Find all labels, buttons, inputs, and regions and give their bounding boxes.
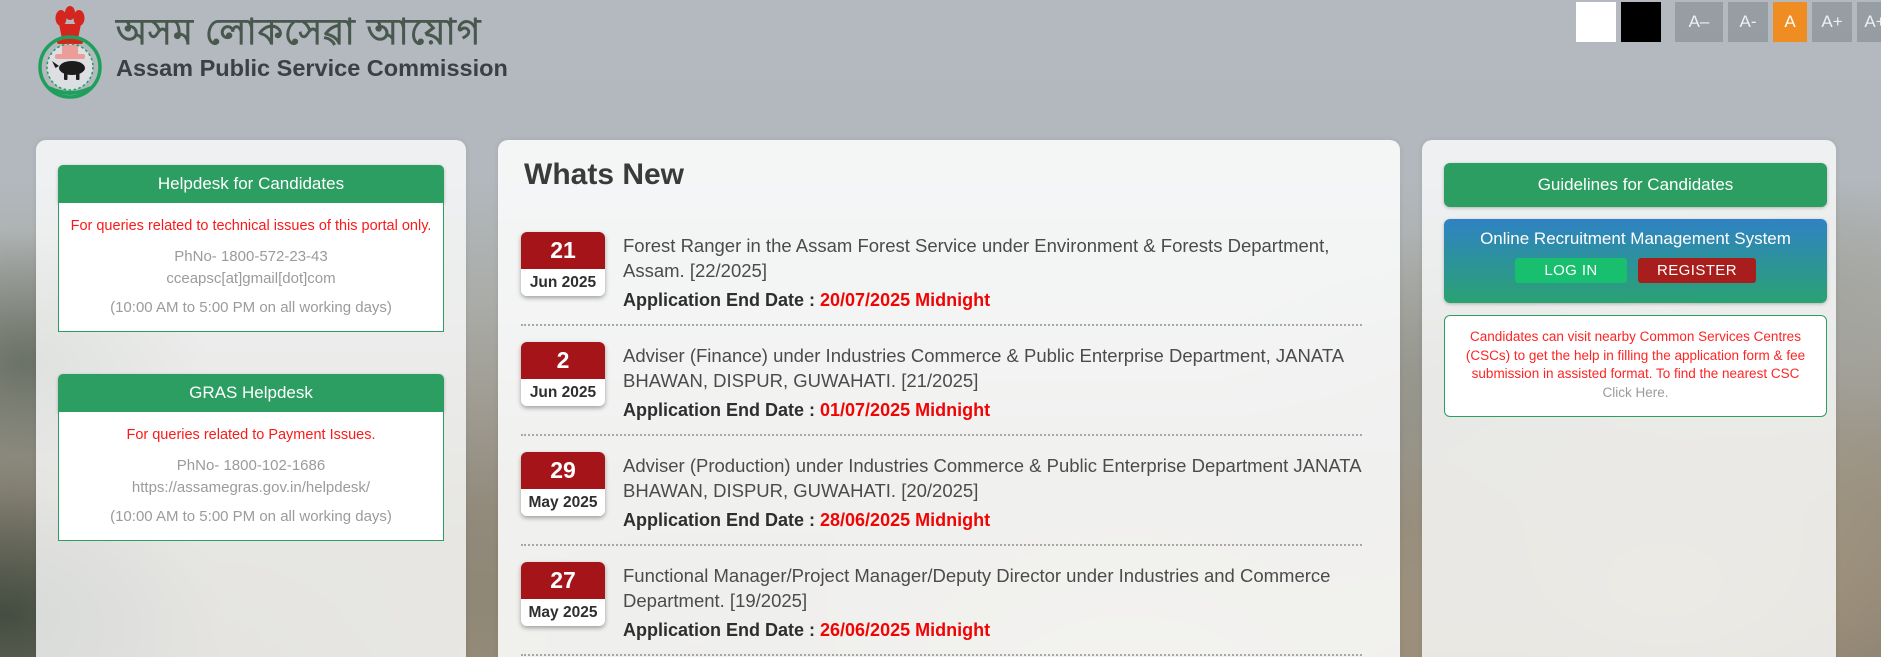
news-item[interactable]: 27 May 2025 Functional Manager/Project M… — [521, 546, 1362, 656]
brand-title-english: Assam Public Service Commission — [116, 55, 508, 81]
end-date-label: Application End Date : — [623, 400, 821, 420]
end-date-value: 01/07/2025 Midnight — [820, 400, 991, 420]
date-badge: 2 Jun 2025 — [521, 342, 605, 406]
end-date-label: Application End Date : — [623, 510, 821, 530]
theme-dark-button[interactable] — [1621, 2, 1661, 42]
end-date-label: Application End Date : — [623, 620, 821, 640]
date-month: Jun 2025 — [521, 269, 605, 296]
accessibility-toolbar: A– A- A A+ A++ — [1576, 2, 1881, 42]
font-increase-button[interactable]: A+ — [1812, 2, 1852, 42]
whats-new-panel: Whats New 21 Jun 2025 Forest Ranger in t… — [498, 140, 1400, 657]
register-button[interactable]: REGISTER — [1638, 258, 1756, 283]
helpdesk-email: cceapsc[at]gmail[dot]com — [166, 270, 336, 287]
date-month: May 2025 — [521, 599, 605, 626]
date-day: 2 — [521, 342, 605, 379]
csc-click-here-link[interactable]: Click Here. — [1602, 385, 1668, 400]
gras-hours: (10:00 AM to 5:00 PM on all working days… — [110, 508, 392, 525]
font-normal-button[interactable]: A — [1773, 2, 1807, 42]
helpdesk-note: For queries related to technical issues … — [70, 218, 432, 234]
gras-helpdesk-link[interactable]: https://assamegras.gov.in/helpdesk/ — [69, 477, 433, 499]
end-date-value: 26/06/2025 Midnight — [820, 620, 991, 640]
font-decrease-more-button[interactable]: A– — [1675, 2, 1723, 42]
font-increase-more-button[interactable]: A++ — [1857, 2, 1881, 42]
whats-new-title: Whats New — [524, 158, 685, 191]
guidelines-for-candidates-button[interactable]: Guidelines for Candidates — [1444, 163, 1827, 207]
date-month: Jun 2025 — [521, 379, 605, 406]
news-item[interactable]: 21 Jun 2025 Forest Ranger in the Assam F… — [521, 216, 1362, 326]
date-month: May 2025 — [521, 489, 605, 516]
date-badge: 21 Jun 2025 — [521, 232, 605, 296]
news-item[interactable]: 2 Jun 2025 Adviser (Finance) under Indus… — [521, 326, 1362, 436]
news-item-end-date: Application End Date : 20/07/2025 Midnig… — [623, 287, 1362, 314]
end-date-value: 28/06/2025 Midnight — [820, 510, 991, 530]
gras-phone: PhNo- 1800-102-1686 — [176, 457, 326, 474]
date-day: 29 — [521, 452, 605, 489]
csc-note-body: Candidates can visit nearby Common Servi… — [1465, 329, 1806, 381]
news-item-title[interactable]: Functional Manager/Project Manager/Deput… — [623, 563, 1362, 613]
end-date-value: 20/07/2025 Midnight — [820, 290, 991, 310]
news-item-title[interactable]: Forest Ranger in the Assam Forest Servic… — [623, 233, 1362, 283]
csc-note-card: Candidates can visit nearby Common Servi… — [1444, 315, 1827, 417]
right-sidebar: Guidelines for Candidates Online Recruit… — [1422, 140, 1836, 657]
news-item-end-date: Application End Date : 01/07/2025 Midnig… — [623, 397, 1362, 424]
date-day: 27 — [521, 562, 605, 599]
news-item-title[interactable]: Adviser (Production) under Industries Co… — [623, 453, 1362, 503]
orms-title: Online Recruitment Management System — [1480, 229, 1791, 248]
gras-helpdesk-title: GRAS Helpdesk — [58, 374, 444, 412]
date-day: 21 — [521, 232, 605, 269]
apsc-emblem-icon — [38, 4, 102, 105]
helpdesk-phone: PhNo- 1800-572-23-43 — [174, 248, 328, 265]
site-logo[interactable]: অসম লোকসেৱা আয়োগ Assam Public Service C… — [38, 4, 508, 105]
helpdesk-candidates-card: Helpdesk for Candidates For queries rela… — [58, 165, 444, 332]
news-item-end-date: Application End Date : 28/06/2025 Midnig… — [623, 507, 1362, 534]
helpdesk-candidates-title: Helpdesk for Candidates — [58, 165, 444, 203]
font-decrease-button[interactable]: A- — [1728, 2, 1768, 42]
theme-light-button[interactable] — [1576, 2, 1616, 42]
gras-helpdesk-card: GRAS Helpdesk For queries related to Pay… — [58, 374, 444, 541]
orms-card: Online Recruitment Management System LOG… — [1444, 219, 1827, 303]
csc-note-text: Candidates can visit nearby Common Servi… — [1457, 328, 1814, 402]
date-badge: 29 May 2025 — [521, 452, 605, 516]
date-badge: 27 May 2025 — [521, 562, 605, 626]
brand-title-assamese: অসম লোকসেৱা আয়োগ — [116, 11, 482, 52]
news-item-end-date: Application End Date : 26/06/2025 Midnig… — [623, 617, 1362, 644]
end-date-label: Application End Date : — [623, 290, 821, 310]
left-sidebar: Helpdesk for Candidates For queries rela… — [36, 140, 466, 657]
login-button[interactable]: LOG IN — [1515, 258, 1627, 283]
helpdesk-hours: (10:00 AM to 5:00 PM on all working days… — [110, 299, 392, 316]
news-item[interactable]: 29 May 2025 Adviser (Production) under I… — [521, 436, 1362, 546]
gras-note: For queries related to Payment Issues. — [126, 427, 376, 443]
news-item-title[interactable]: Adviser (Finance) under Industries Comme… — [623, 343, 1362, 393]
news-list: 21 Jun 2025 Forest Ranger in the Assam F… — [521, 216, 1362, 656]
